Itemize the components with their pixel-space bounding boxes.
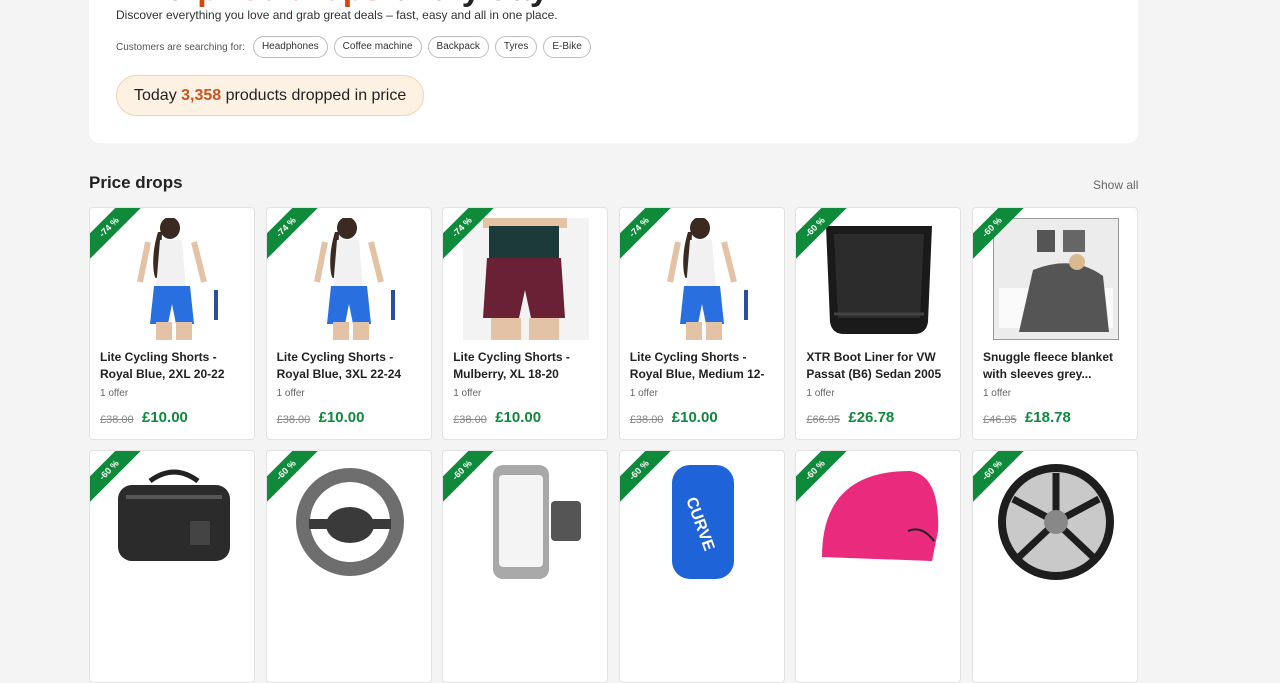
show-all-link[interactable]: Show all	[1093, 178, 1138, 192]
travel-bag-icon	[110, 461, 236, 583]
product-card[interactable]: -60 %	[971, 450, 1138, 683]
product-card[interactable]: -74 % Lite Cycling Shorts - Royal Blue, 2…	[89, 207, 255, 440]
product-title[interactable]: Snuggle fleece blanket with sleeves grey…	[983, 349, 1131, 383]
phone-armband-icon	[463, 461, 590, 583]
product-title[interactable]	[983, 592, 1131, 626]
search-chip-backpack[interactable]: Backpack	[427, 36, 489, 58]
product-title[interactable]: Lite Cycling Shorts - Royal Blue, 3XL 22…	[277, 349, 425, 383]
popular-searches: Customers are searching for: Headphones …	[116, 36, 591, 58]
offer-count: 1 offer	[629, 388, 658, 399]
product-title[interactable]	[453, 592, 601, 626]
current-price: £10.00	[318, 409, 365, 426]
product-card[interactable]: -60 %	[265, 450, 432, 683]
offer-count: 1 offer	[276, 388, 305, 399]
old-price: £66.95	[806, 414, 841, 426]
popular-searches-label: Customers are searching for:	[116, 41, 245, 53]
blanket-icon	[991, 217, 1120, 341]
old-price: £38.00	[629, 414, 664, 426]
shorts-blue-icon	[286, 217, 413, 340]
title-start: Find	[116, 0, 188, 8]
product-title[interactable]	[630, 592, 778, 626]
offer-count: 1 offer	[100, 388, 129, 399]
offer-count: 1 offer	[453, 388, 482, 399]
title-accent: price drops	[197, 0, 382, 8]
shorts-mulberry-icon	[463, 218, 590, 340]
product-title[interactable]	[277, 592, 425, 626]
offer-count: 1 offer	[982, 388, 1012, 399]
old-price: £46.95	[982, 414, 1017, 426]
price-drop-counter: Today 3,358 products dropped in price	[116, 75, 425, 116]
product-card[interactable]: -74 % Lite Cycling Shorts - Mulberry, XL …	[442, 207, 609, 440]
product-card[interactable]: -60 %	[795, 450, 962, 683]
current-price: £10.00	[671, 409, 718, 426]
current-price: £18.78	[1024, 409, 1071, 426]
product-card[interactable]: -60 % XTR Boot Liner for VW Passat (B6) S…	[795, 207, 962, 440]
shorts-blue-icon	[639, 217, 766, 340]
section-title: Price drops	[89, 173, 183, 192]
shorts-blue-icon	[110, 217, 236, 340]
old-price: £38.00	[276, 414, 311, 426]
counter-suffix: products dropped in price	[225, 87, 407, 104]
hero-subtitle: Discover everything you love and grab gr…	[116, 8, 558, 22]
product-card[interactable]: -60 %	[89, 450, 255, 683]
counter-number: 3,358	[181, 87, 222, 104]
search-chip-coffee-machine[interactable]: Coffee machine	[333, 36, 422, 58]
product-card[interactable]: -60 % Snuggle fleece blanket with sleeves…	[971, 207, 1138, 440]
old-price: £38.00	[453, 414, 487, 426]
product-card[interactable]: -74 % Lite Cycling Shorts - Royal Blue, 3…	[265, 207, 432, 440]
product-card[interactable]: -74 % Lite Cycling Shorts - Royal Blue, M…	[618, 207, 785, 440]
search-chip-tyres[interactable]: Tyres	[494, 36, 538, 58]
product-title[interactable]	[100, 592, 248, 626]
search-chip-e-bike[interactable]: E-Bike	[543, 36, 591, 58]
product-title[interactable]	[806, 592, 954, 626]
boot-liner-icon	[816, 218, 943, 340]
product-title[interactable]: Lite Cycling Shorts - Royal Blue, 2XL 20…	[100, 349, 248, 383]
product-title[interactable]: XTR Boot Liner for VW Passat (B6) Sedan …	[806, 349, 954, 383]
product-title[interactable]: Lite Cycling Shorts - Royal Blue, Medium…	[630, 349, 778, 383]
offer-count: 1 offer	[806, 388, 835, 399]
helmet-cover-icon	[816, 461, 943, 583]
product-card[interactable]: -60 % CURVE	[618, 450, 785, 683]
wheel-trim-icon	[992, 461, 1119, 583]
old-price: £38.00	[100, 414, 134, 426]
product-title[interactable]: Lite Cycling Shorts - Mulberry, XL 18-20	[453, 349, 601, 383]
current-price: £10.00	[142, 409, 188, 426]
title-end: every day	[392, 0, 549, 8]
neck-pillow-icon: CURVE	[639, 461, 766, 583]
product-card[interactable]: -60 %	[442, 450, 609, 683]
current-price: £26.78	[848, 409, 895, 426]
product-grid: -74 % Lite Cycling Shorts - Royal Blue, 2…	[89, 207, 1138, 683]
counter-prefix: Today	[134, 87, 177, 104]
search-chip-headphones[interactable]: Headphones	[252, 36, 328, 58]
current-price: £10.00	[495, 409, 542, 426]
steering-cover-icon	[286, 461, 413, 583]
